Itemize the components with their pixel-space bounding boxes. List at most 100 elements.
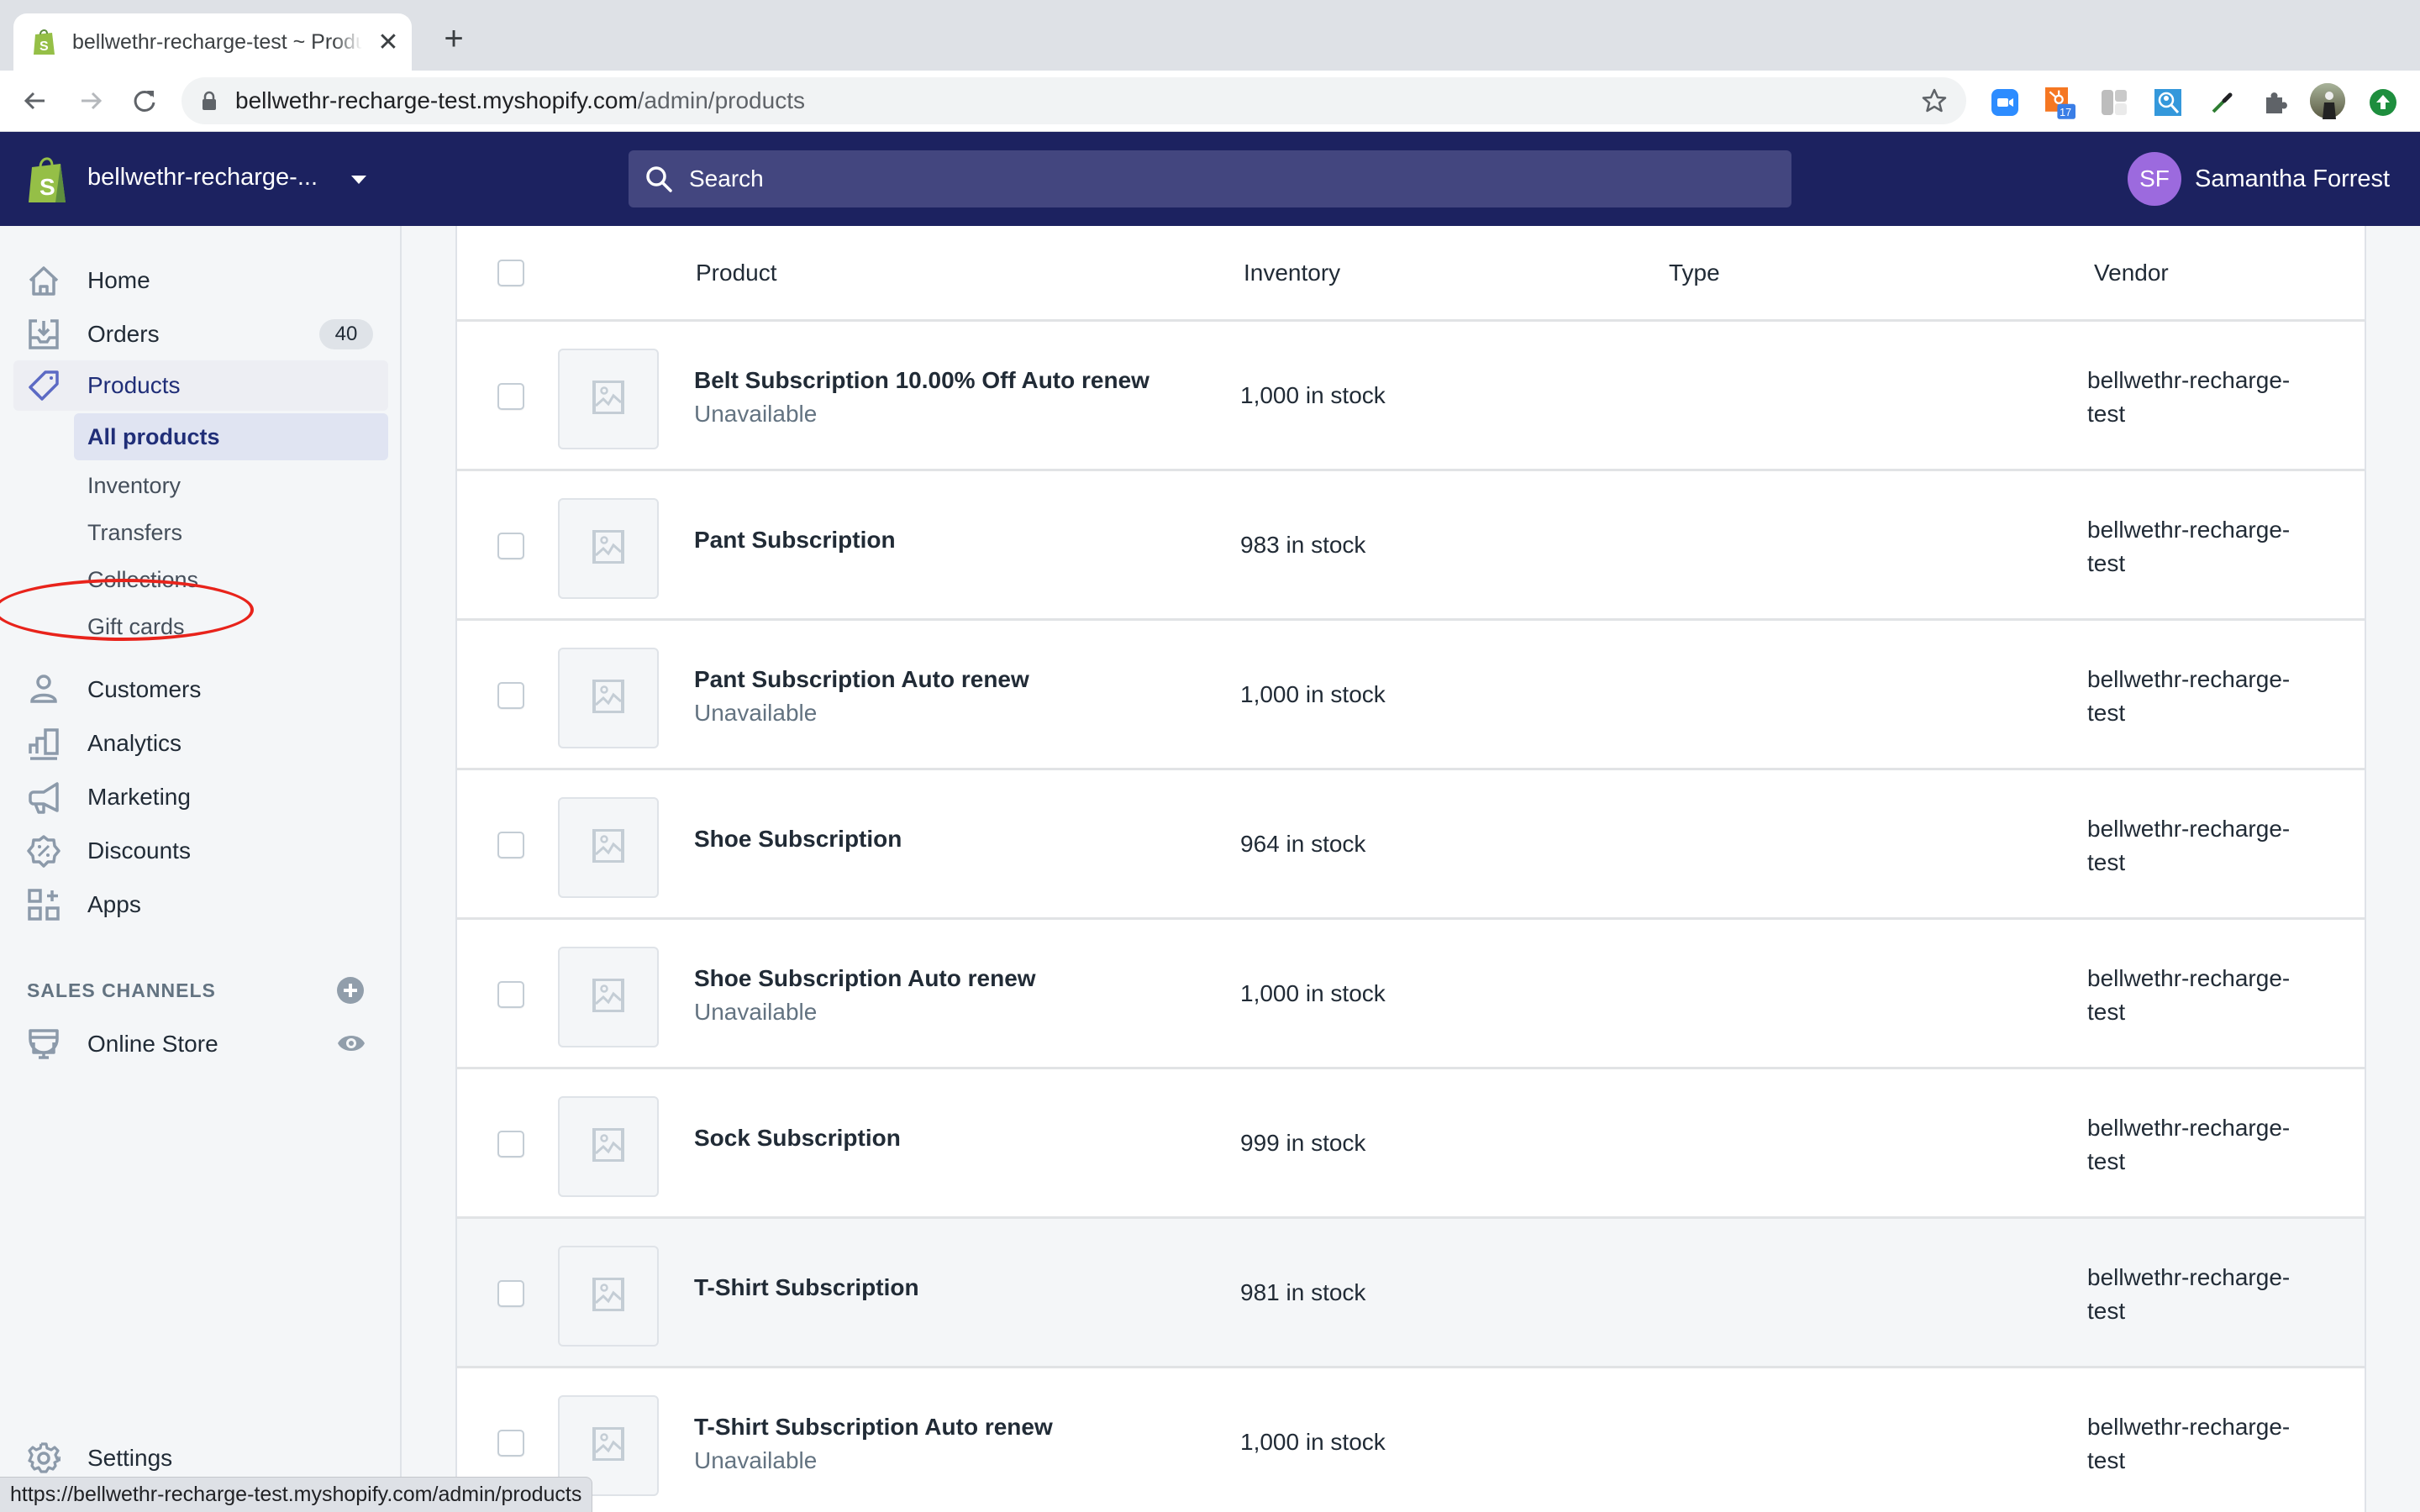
product-thumbnail[interactable]: [558, 349, 659, 449]
update-available-icon[interactable]: [2368, 87, 2398, 118]
tab-title: bellwethr-recharge-test ~ Products ~ Sho…: [72, 29, 362, 54]
row-checkbox[interactable]: [497, 1430, 524, 1457]
gray-extension-icon[interactable]: [2099, 87, 2129, 118]
table-row[interactable]: Shoe Subscription Auto renew Unavailable 1…: [457, 920, 2365, 1069]
sidebar-subitem-inventory[interactable]: Inventory: [74, 462, 388, 509]
vendor-line-1: bellwethr-recharge-: [2087, 666, 2291, 692]
row-checkbox[interactable]: [497, 1280, 524, 1307]
sidebar-item-apps[interactable]: Apps: [13, 879, 388, 930]
sidebar-item-discounts[interactable]: Discounts: [13, 826, 388, 876]
close-tab-icon[interactable]: ✕: [376, 29, 400, 56]
product-thumbnail[interactable]: [558, 1246, 659, 1347]
vendor-line-1: bellwethr-recharge-: [2087, 517, 2291, 543]
sidebar-item-settings[interactable]: Settings: [13, 1433, 388, 1483]
zoom-extension-icon[interactable]: [1990, 87, 2020, 118]
sidebar-item-home[interactable]: Home: [13, 255, 388, 306]
new-tab-button[interactable]: +: [439, 22, 469, 55]
inventory-cell: 981 in stock: [1240, 1279, 1366, 1305]
product-name-link[interactable]: Shoe Subscription Auto renew: [694, 965, 1036, 992]
store-switcher-caret-icon[interactable]: [351, 176, 366, 184]
sidebar-item-online-store[interactable]: Online Store: [13, 1019, 388, 1069]
add-sales-channel-icon[interactable]: [336, 976, 365, 1005]
table-row[interactable]: T-Shirt Subscription 981 in stock bellweth…: [457, 1219, 2365, 1368]
product-status: Unavailable: [694, 999, 818, 1025]
vendor-line-2: test: [2087, 1447, 2126, 1473]
table-row[interactable]: Pant Subscription Auto renew Unavailable 1…: [457, 621, 2365, 770]
gear-icon: [27, 1441, 60, 1475]
image-placeholder-icon: [592, 379, 625, 418]
table-row[interactable]: Shoe Subscription 964 in stock bellwethr-r…: [457, 770, 2365, 920]
url-text: bellwethr-recharge-test.myshopify.com/ad…: [235, 87, 805, 114]
back-button[interactable]: [18, 84, 52, 118]
table-row[interactable]: Pant Subscription 983 in stock bellwethr-r…: [457, 471, 2365, 621]
browser-tab[interactable]: S bellwethr-recharge-test ~ Products ~ S…: [13, 13, 412, 71]
search-bar[interactable]: [629, 150, 1791, 207]
store-icon: [27, 1027, 60, 1061]
sidebar-item-orders[interactable]: Orders 40: [13, 309, 388, 360]
vendor-cell: bellwethr-recharge-test: [2087, 962, 2339, 1029]
eyedropper-extension-icon[interactable]: [2207, 87, 2237, 118]
sidebar-item-label: Apps: [87, 891, 141, 917]
shopify-favicon-icon: S: [34, 29, 55, 55]
sidebar-item-marketing[interactable]: Marketing: [13, 772, 388, 822]
bookmark-star-icon[interactable]: [1921, 87, 1948, 114]
store-name[interactable]: bellwethr-recharge-...: [87, 164, 318, 192]
product-status: Unavailable: [694, 700, 818, 726]
shopify-logo-icon[interactable]: S: [27, 155, 69, 204]
user-name[interactable]: Samantha Forrest: [2195, 165, 2390, 193]
row-checkbox[interactable]: [497, 533, 524, 559]
vendor-line-1: bellwethr-recharge-: [2087, 1115, 2291, 1141]
row-checkbox[interactable]: [497, 832, 524, 858]
inventory-cell: 983 in stock: [1240, 532, 1366, 558]
column-header-vendor[interactable]: Vendor: [2094, 260, 2169, 286]
table-row[interactable]: Belt Subscription 10.00% Off Auto renew U…: [457, 322, 2365, 471]
user-avatar[interactable]: SF: [2128, 152, 2181, 206]
row-checkbox[interactable]: [497, 682, 524, 709]
profile-avatar-icon[interactable]: [2309, 82, 2346, 119]
view-online-store-eye-icon[interactable]: [336, 1031, 366, 1056]
hubspot-extension-icon[interactable]: 17: [2045, 87, 2075, 119]
product-name-link[interactable]: Belt Subscription 10.00% Off Auto renew: [694, 367, 1150, 394]
sidebar-item-products[interactable]: Products: [13, 360, 388, 411]
vendor-line-2: test: [2087, 550, 2126, 576]
product-thumbnail[interactable]: [558, 1096, 659, 1197]
product-name-link[interactable]: Pant Subscription: [694, 527, 896, 554]
row-checkbox[interactable]: [497, 981, 524, 1008]
sidebar-subitem-collections[interactable]: Collections: [74, 556, 388, 603]
column-header-type[interactable]: Type: [1669, 260, 1720, 286]
column-header-inventory[interactable]: Inventory: [1244, 260, 1340, 286]
sidebar-subitem-gift-cards[interactable]: Gift cards: [74, 603, 388, 650]
row-checkbox[interactable]: [497, 1131, 524, 1158]
sidebar-item-customers[interactable]: Customers: [13, 664, 388, 715]
product-thumbnail[interactable]: [558, 797, 659, 898]
product-name-link[interactable]: Shoe Subscription: [694, 826, 902, 853]
browser-toolbar: bellwethr-recharge-test.myshopify.com/ad…: [0, 71, 2420, 132]
image-placeholder-icon: [592, 678, 625, 717]
table-row[interactable]: Sock Subscription 999 in stock bellwethr-r…: [457, 1069, 2365, 1219]
reload-button[interactable]: [128, 84, 161, 118]
inventory-cell: 1,000 in stock: [1240, 382, 1386, 408]
column-header-product[interactable]: Product: [696, 260, 777, 286]
sidebar-subitem-transfers[interactable]: Transfers: [74, 509, 388, 556]
search-input[interactable]: [689, 165, 1697, 192]
sidebar-item-analytics[interactable]: Analytics: [13, 718, 388, 769]
product-name-link[interactable]: T-Shirt Subscription Auto renew: [694, 1414, 1053, 1441]
product-thumbnail[interactable]: [558, 947, 659, 1047]
image-placeholder-icon: [592, 528, 625, 568]
product-name-link[interactable]: Sock Subscription: [694, 1125, 901, 1152]
product-thumbnail[interactable]: [558, 498, 659, 599]
product-name-link[interactable]: T-Shirt Subscription: [694, 1274, 919, 1301]
sidebar-subitem-all-products[interactable]: All products: [74, 413, 388, 460]
url-path: /admin/products: [637, 87, 805, 113]
sidebar-nav: Home Orders 40 Products All products Inv…: [0, 226, 402, 1512]
product-name-link[interactable]: Pant Subscription Auto renew: [694, 666, 1029, 693]
extensions-puzzle-icon[interactable]: [2260, 87, 2291, 118]
table-row[interactable]: T-Shirt Subscription Auto renew Unavailab…: [457, 1368, 2365, 1512]
product-thumbnail[interactable]: [558, 648, 659, 748]
search-person-extension-icon[interactable]: [2153, 87, 2183, 118]
address-bar[interactable]: bellwethr-recharge-test.myshopify.com/ad…: [182, 77, 1966, 124]
select-all-checkbox[interactable]: [497, 260, 524, 286]
forward-button[interactable]: [74, 84, 108, 118]
row-checkbox[interactable]: [497, 383, 524, 410]
vendor-cell: bellwethr-recharge-test: [2087, 1261, 2339, 1328]
